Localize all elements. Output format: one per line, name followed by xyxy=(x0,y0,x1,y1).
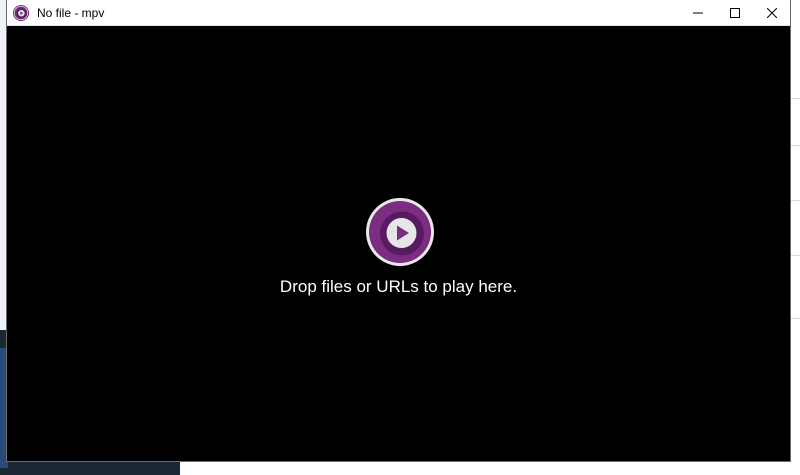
mpv-logo-icon xyxy=(365,197,435,267)
drop-hint-text: Drop files or URLs to play here. xyxy=(279,277,518,296)
window-caption-buttons xyxy=(679,0,790,25)
mpv-logo-icon[interactable] xyxy=(13,4,29,21)
close-icon xyxy=(766,7,777,18)
mpv-window[interactable]: No file - mpv Drop files or URLs to play… xyxy=(7,0,790,461)
maximize-button[interactable] xyxy=(716,0,753,25)
window-titlebar[interactable]: No file - mpv xyxy=(7,0,790,26)
background-window-right-edge xyxy=(790,0,800,475)
video-drop-area[interactable]: Drop files or URLs to play here. xyxy=(7,26,790,461)
maximize-icon xyxy=(729,7,740,18)
background-bottom-strip xyxy=(180,460,800,475)
minimize-icon xyxy=(692,12,703,13)
close-button[interactable] xyxy=(753,0,790,25)
window-title: No file - mpv xyxy=(37,5,105,20)
minimize-button[interactable] xyxy=(679,0,716,25)
